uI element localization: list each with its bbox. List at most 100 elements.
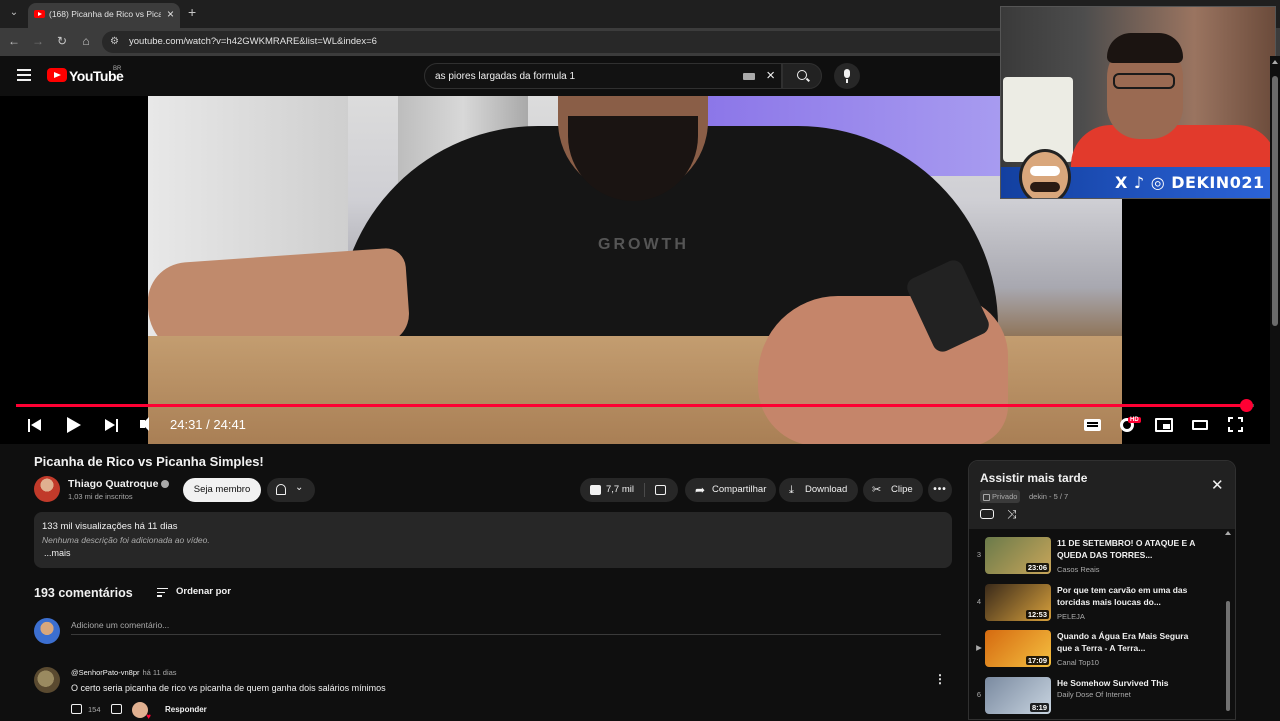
duration-badge: 23:06: [1025, 563, 1049, 572]
home-icon[interactable]: ⌂: [78, 34, 94, 48]
youtube-logo-icon[interactable]: [47, 68, 67, 82]
more-actions-button[interactable]: •••: [928, 478, 952, 502]
volume-icon[interactable]: [140, 417, 149, 431]
youtube-favicon-icon: [34, 10, 45, 18]
browser-tab[interactable]: (168) Picanha de Rico vs Picanha ×: [28, 3, 180, 28]
comment-author[interactable]: @SenhorPato-vn8pr: [71, 668, 140, 677]
bell-icon: [276, 484, 286, 495]
playlist-item[interactable]: 6 8:19 He Somehow Survived This Daily Dose …: [969, 674, 1235, 719]
playlist-item-channel: Canal Top10: [1057, 658, 1099, 667]
reply-button[interactable]: Responder: [165, 705, 207, 714]
search-input[interactable]: as piores largadas da formula 1 ×: [424, 63, 782, 89]
chevron-down-icon: ⌄: [295, 482, 304, 493]
tab-list-button[interactable]: ⌄: [6, 5, 22, 21]
reload-icon[interactable]: ↻: [54, 34, 70, 48]
shuffle-icon[interactable]: ⤨: [1007, 507, 1017, 522]
video-frame[interactable]: GROWTH: [148, 96, 1122, 444]
notifications-button[interactable]: ⌄: [267, 478, 315, 502]
dislike-icon[interactable]: [655, 485, 666, 495]
playlist-scrollbar-thumb[interactable]: [1226, 601, 1230, 711]
comment-like-icon[interactable]: [71, 704, 82, 714]
cartoon-avatar-icon: [1019, 149, 1071, 198]
search-button[interactable]: [782, 63, 822, 89]
playlist-item-index: 4: [976, 597, 982, 606]
clip-button[interactable]: ✂ Clipe: [863, 478, 923, 502]
playlist-title[interactable]: Assistir mais tarde: [980, 471, 1087, 485]
next-icon[interactable]: [105, 419, 119, 432]
playlist-item-thumbnail[interactable]: 8:19: [985, 677, 1051, 714]
comment-like-count: 154: [88, 705, 101, 714]
like-icon[interactable]: [590, 485, 601, 495]
close-tab-icon[interactable]: ×: [167, 7, 174, 21]
comment-menu-icon[interactable]: ⋮: [934, 672, 946, 686]
playlist-item-channel: Daily Dose Of Internet: [1057, 690, 1131, 699]
scrollbar-thumb[interactable]: [1272, 76, 1278, 326]
duration-badge: 8:19: [1029, 703, 1049, 712]
comment-author-line: @SenhorPato-vn8pr há 11 dias: [71, 668, 177, 677]
streamer-handle: X ♪ ◎ DEKIN021: [1115, 173, 1265, 192]
share-icon: ➦: [695, 483, 706, 497]
handle-text: DEKIN021: [1171, 173, 1265, 192]
forward-arrow-icon[interactable]: →: [30, 34, 46, 48]
new-tab-button[interactable]: +: [188, 4, 196, 20]
video-title: Picanha de Rico vs Picanha Simples!: [34, 454, 264, 469]
site-info-icon[interactable]: ⚙: [110, 36, 122, 48]
download-button[interactable]: ⤓ Download: [779, 478, 858, 502]
progress-bar[interactable]: [16, 399, 1254, 412]
loop-icon[interactable]: [980, 509, 994, 519]
menu-icon[interactable]: [17, 69, 31, 81]
playlist-item-title[interactable]: Quando a Água Era Mais Segura que a Terr…: [1057, 630, 1197, 654]
clear-search-icon[interactable]: ×: [766, 67, 775, 84]
like-count[interactable]: 7,7 mil: [606, 478, 634, 502]
previous-icon[interactable]: [28, 419, 42, 432]
back-arrow-icon[interactable]: ←: [6, 34, 22, 48]
fullscreen-icon[interactable]: [1227, 416, 1244, 433]
playlist-item-index: ▶: [976, 643, 982, 652]
playlist-item[interactable]: 3 23:06 11 DE SETEMBRO! O ATAQUE E A QUEDA…: [969, 534, 1235, 580]
playlist-item-title[interactable]: 11 DE SETEMBRO! O ATAQUE E A QUEDA DAS T…: [1057, 537, 1197, 561]
sort-button[interactable]: Ordenar por: [176, 586, 231, 597]
play-icon[interactable]: [67, 417, 81, 433]
download-icon: ⤓: [789, 484, 794, 496]
show-more-link[interactable]: ...mais: [44, 548, 71, 558]
share-button[interactable]: ➦ Compartilhar: [685, 478, 776, 502]
playlist-item-channel: PELEJA: [1057, 612, 1085, 621]
privacy-badge: Privado: [980, 490, 1021, 503]
creator-heart-icon: [132, 702, 151, 721]
progress-played: [16, 404, 1246, 407]
channel-name[interactable]: Thiago Quatroque: [68, 478, 170, 490]
playlist-item-thumbnail[interactable]: 17:09: [985, 630, 1051, 667]
comment-time[interactable]: há 11 dias: [143, 668, 177, 677]
theater-mode-icon[interactable]: [1192, 420, 1208, 430]
playlist-header: Assistir mais tarde Privado dekin - 5 / …: [969, 461, 1235, 529]
social-icons: X ♪ ◎: [1115, 173, 1166, 192]
comment-dislike-icon[interactable]: [111, 704, 122, 714]
country-code: BR: [113, 66, 122, 72]
playlist-item-index: 3: [976, 550, 982, 559]
subtitles-icon[interactable]: [1084, 419, 1101, 431]
time-display: 24:31 / 24:41: [170, 417, 246, 432]
playlist-item[interactable]: 4 12:53 Por que tem carvão em uma das torc…: [969, 581, 1235, 627]
omnibox[interactable]: ⚙ youtube.com/watch?v=h42GWKMRARE&list=W…: [102, 31, 1022, 53]
playlist-panel: Assistir mais tarde Privado dekin - 5 / …: [968, 460, 1236, 720]
playlist-item[interactable]: ▶ 17:09 Quando a Água Era Mais Segura que …: [969, 627, 1235, 673]
progress-scrubber-handle[interactable]: [1239, 399, 1253, 412]
keyboard-icon[interactable]: [743, 73, 755, 80]
add-comment-input[interactable]: Adicione um comentário...: [71, 620, 169, 630]
sort-icon[interactable]: [157, 588, 168, 597]
playlist-item-title[interactable]: Por que tem carvão em uma das torcidas m…: [1057, 584, 1197, 608]
close-icon[interactable]: ✕: [1211, 476, 1224, 494]
playlist-item-title[interactable]: He Somehow Survived This: [1057, 677, 1197, 689]
channel-avatar[interactable]: [34, 476, 60, 502]
hd-badge: HD: [1128, 417, 1141, 423]
miniplayer-icon[interactable]: [1155, 418, 1173, 432]
commenter-avatar[interactable]: [34, 667, 60, 693]
description-box[interactable]: 133 mil visualizações há 11 dias Nenhuma…: [34, 512, 952, 568]
playlist-item-thumbnail[interactable]: 23:06: [985, 537, 1051, 574]
page-scrollbar[interactable]: [1270, 56, 1280, 720]
playlist-item-thumbnail[interactable]: 12:53: [985, 584, 1051, 621]
url-text: youtube.com/watch?v=h42GWKMRARE&list=WL&…: [129, 36, 377, 47]
voice-search-mic-icon[interactable]: [834, 63, 860, 89]
join-membership-button[interactable]: Seja membro: [183, 478, 261, 502]
scroll-up-arrow-icon[interactable]: [1272, 60, 1278, 64]
